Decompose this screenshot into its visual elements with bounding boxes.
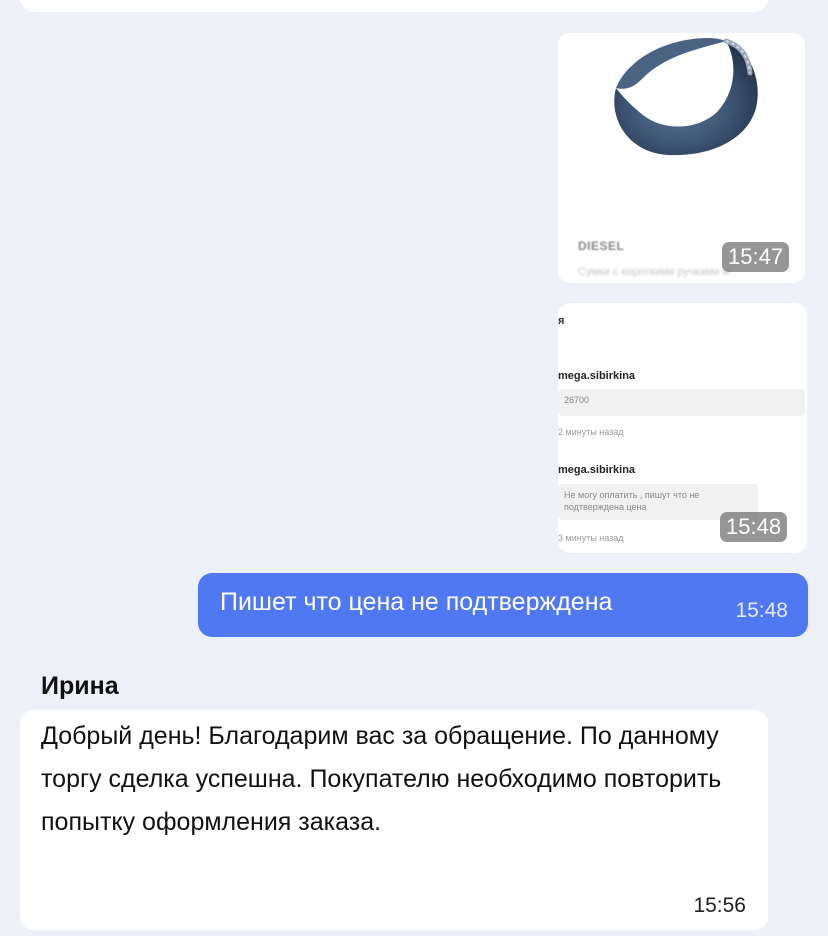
message-text: Добрый день! Благодарим вас за обращение… xyxy=(41,722,722,836)
screenshot-username: mega.sibirkina xyxy=(558,370,636,382)
screenshot-username: mega.sibirkina xyxy=(558,464,636,476)
message-time: 15:56 xyxy=(693,894,746,917)
message-time: 15:48 xyxy=(735,599,788,622)
screenshot-time-ago: 2 минуты назад xyxy=(558,427,624,437)
message-time: 15:47 xyxy=(722,242,790,272)
screenshot-message-text: 26700 xyxy=(564,395,590,405)
product-card-message[interactable]: DIESEL Сумки с короткими ручками м 15:47 xyxy=(558,33,805,283)
outgoing-message-bubble[interactable]: Пишет что цена не подтверждена 15:48 xyxy=(198,573,808,637)
screenshot-time-ago: 3 минуты назад xyxy=(558,533,624,543)
screenshot-image-message[interactable]: я mega.sibirkina 26700 2 минуты назад me… xyxy=(558,303,807,553)
screenshot-message-box: 26700 xyxy=(558,389,805,416)
bag-image xyxy=(614,38,758,156)
message-text: Пишет что цена не подтверждена xyxy=(220,588,613,616)
previous-message-bubble xyxy=(20,0,768,12)
product-brand: DIESEL xyxy=(578,239,625,253)
screenshot-message-text: Не могу оплатить , пишут что не подтверж… xyxy=(564,490,700,512)
message-time: 15:48 xyxy=(720,512,788,542)
sender-name: Ирина xyxy=(41,672,119,700)
incoming-message-bubble[interactable]: Добрый день! Благодарим вас за обращение… xyxy=(20,710,768,930)
screenshot-header: я xyxy=(558,315,565,327)
